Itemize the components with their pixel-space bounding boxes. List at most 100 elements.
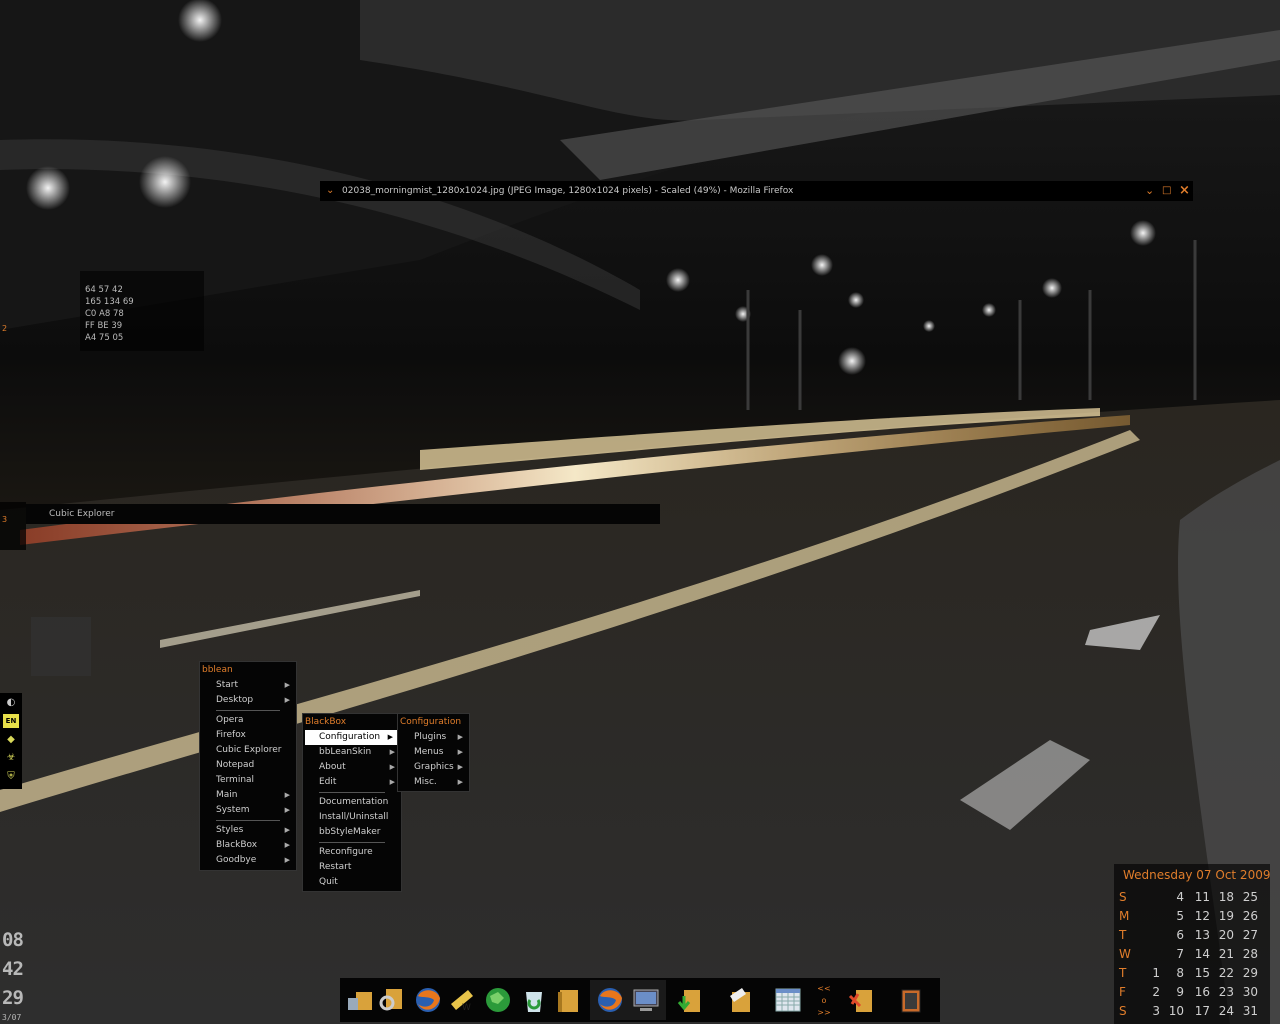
menu-item-firefox[interactable]: Firefox	[200, 728, 296, 743]
system-tray: ◐ EN ◆ ☣ ⛨	[0, 693, 22, 789]
calendar-date[interactable]: 23	[1216, 985, 1234, 999]
menu-item-styles[interactable]: Styles ▶	[200, 823, 296, 838]
menu-item-restart[interactable]: Restart	[303, 860, 401, 875]
taskbar-prev-button[interactable]: <<	[817, 983, 831, 995]
calendar-date[interactable]: 17	[1192, 1004, 1210, 1018]
calendar-date[interactable]: 7	[1166, 947, 1184, 961]
calendar-date[interactable]: 31	[1240, 1004, 1258, 1018]
menu-item-terminal[interactable]: Terminal	[200, 773, 296, 788]
clock-minute: 42	[2, 958, 24, 980]
calendar-week-row: M 5 12 19 26	[1114, 909, 1270, 928]
menu-item-notepad[interactable]: Notepad	[200, 758, 296, 773]
firefox-icon[interactable]	[414, 986, 442, 1014]
monitor-icon[interactable]	[632, 986, 660, 1014]
menu-separator	[216, 710, 280, 711]
chevron-right-icon: ▶	[387, 733, 393, 741]
calendar-date[interactable]: 14	[1192, 947, 1210, 961]
chevron-right-icon: ▶	[284, 696, 290, 704]
firefox-active-icon[interactable]	[596, 986, 624, 1014]
maximize-button[interactable]: □	[1162, 181, 1171, 201]
calendar-date[interactable]: 10	[1166, 1004, 1184, 1018]
notepad-folder-icon[interactable]	[726, 986, 754, 1014]
calendar-date[interactable]: 12	[1192, 909, 1210, 923]
cubic-explorer-titlebar[interactable]: Cubic Explorer	[26, 504, 660, 524]
menu-item-edit[interactable]: Edit ▶	[303, 775, 401, 790]
calendar-date[interactable]: 15	[1192, 966, 1210, 980]
menu-item-cubic-explorer[interactable]: Cubic Explorer	[200, 743, 296, 758]
close-button[interactable]: ×	[1179, 181, 1190, 201]
explorer-icon[interactable]	[346, 986, 374, 1014]
calendar-date[interactable]: 11	[1192, 890, 1210, 904]
calendar-date[interactable]: 2	[1142, 985, 1160, 999]
firefox-titlebar[interactable]: ⌄ 02038_morningmist_1280x1024.jpg (JPEG …	[320, 181, 1193, 201]
minimize-button[interactable]: ⌄	[1145, 181, 1154, 201]
menu-title: BlackBox	[305, 717, 347, 727]
menu-item-plugins[interactable]: Plugins ▶	[398, 730, 469, 745]
menu-item-install-uninstall[interactable]: Install/Uninstall	[303, 810, 401, 825]
menu-item-bbleanskin[interactable]: bbLeanSkin ▶	[303, 745, 401, 760]
calendar-day-label: T	[1119, 928, 1127, 942]
chevron-right-icon: ▶	[389, 778, 395, 786]
calendar-date[interactable]: 27	[1240, 928, 1258, 942]
menu-item-opera[interactable]: Opera	[200, 713, 296, 728]
menu-item-menus[interactable]: Menus ▶	[398, 745, 469, 760]
calendar-date[interactable]: 20	[1216, 928, 1234, 942]
folder-icon[interactable]	[554, 986, 582, 1014]
menu-item-blackbox[interactable]: BlackBox ▶	[200, 838, 296, 853]
menu-item-goodbye[interactable]: Goodbye ▶	[200, 853, 296, 868]
tools-folder-icon[interactable]	[848, 986, 876, 1014]
menu-item-documentation[interactable]: Documentation	[303, 795, 401, 810]
calendar-date[interactable]: 24	[1216, 1004, 1234, 1018]
menu-item-about[interactable]: About ▶	[303, 760, 401, 775]
calendar-day-label: W	[1119, 947, 1131, 961]
calendar-date[interactable]: 19	[1216, 909, 1234, 923]
taskbar-current-indicator[interactable]: o	[817, 995, 831, 1007]
tag-icon[interactable]: ◆	[3, 733, 19, 747]
recycle-bin-icon[interactable]	[520, 986, 548, 1014]
language-indicator[interactable]: EN	[3, 714, 19, 728]
calendar-date[interactable]: 29	[1240, 966, 1258, 980]
calendar-date[interactable]: 18	[1216, 890, 1234, 904]
calendar-week-row: T 1 8 15 22 29	[1114, 966, 1270, 985]
calendar-date[interactable]: 22	[1216, 966, 1234, 980]
search-folder-icon[interactable]	[378, 986, 406, 1014]
network-icon[interactable]: ◐	[3, 696, 19, 710]
calendar-date[interactable]: 4	[1166, 890, 1184, 904]
calendar-grid-icon[interactable]	[774, 986, 802, 1014]
menu-item-graphics[interactable]: Graphics ▶	[398, 760, 469, 775]
window-menu-button[interactable]: ⌄	[326, 181, 334, 201]
calendar-date[interactable]: 13	[1192, 928, 1210, 942]
menu-item-main[interactable]: Main ▶	[200, 788, 296, 803]
calendar-date[interactable]: 30	[1240, 985, 1258, 999]
book-icon[interactable]	[896, 986, 924, 1014]
shield-icon[interactable]: ⛨	[3, 770, 19, 784]
menu-item-system[interactable]: System ▶	[200, 803, 296, 818]
menu-item-configuration[interactable]: Configuration ▶	[305, 730, 397, 745]
menu-item-start[interactable]: Start ▶	[200, 678, 296, 693]
calendar-date[interactable]: 26	[1240, 909, 1258, 923]
calendar-day-label: S	[1119, 1004, 1127, 1018]
calendar-date[interactable]: 6	[1166, 928, 1184, 942]
calendar-date[interactable]: 9	[1166, 985, 1184, 999]
menu-item-reconfigure[interactable]: Reconfigure	[303, 845, 401, 860]
calendar-week-row: S 3 10 17 24 31	[1114, 1004, 1270, 1023]
calendar-date[interactable]: 16	[1192, 985, 1210, 999]
menu-item-misc[interactable]: Misc. ▶	[398, 775, 469, 790]
biohazard-icon[interactable]: ☣	[3, 751, 19, 765]
menu-item-quit[interactable]: Quit	[303, 875, 401, 890]
downloads-folder-icon[interactable]	[676, 986, 704, 1014]
calendar-date[interactable]: 25	[1240, 890, 1258, 904]
calendar-date[interactable]: 5	[1166, 909, 1184, 923]
taskbar-next-button[interactable]: >>	[817, 1007, 831, 1019]
calendar-date[interactable]: 21	[1216, 947, 1234, 961]
chevron-right-icon: ▶	[284, 806, 290, 814]
chevron-right-icon: ▶	[457, 778, 463, 786]
calendar-date[interactable]: 1	[1142, 966, 1160, 980]
menu-item-bbstylemaker[interactable]: bbStyleMaker	[303, 825, 401, 840]
globe-icon[interactable]	[484, 986, 512, 1014]
calendar-date[interactable]: 3	[1142, 1004, 1160, 1018]
calendar-date[interactable]: 28	[1240, 947, 1258, 961]
menu-item-desktop[interactable]: Desktop ▶	[200, 693, 296, 708]
calendar-date[interactable]: 8	[1166, 966, 1184, 980]
writer-icon[interactable]: W	[448, 986, 476, 1014]
